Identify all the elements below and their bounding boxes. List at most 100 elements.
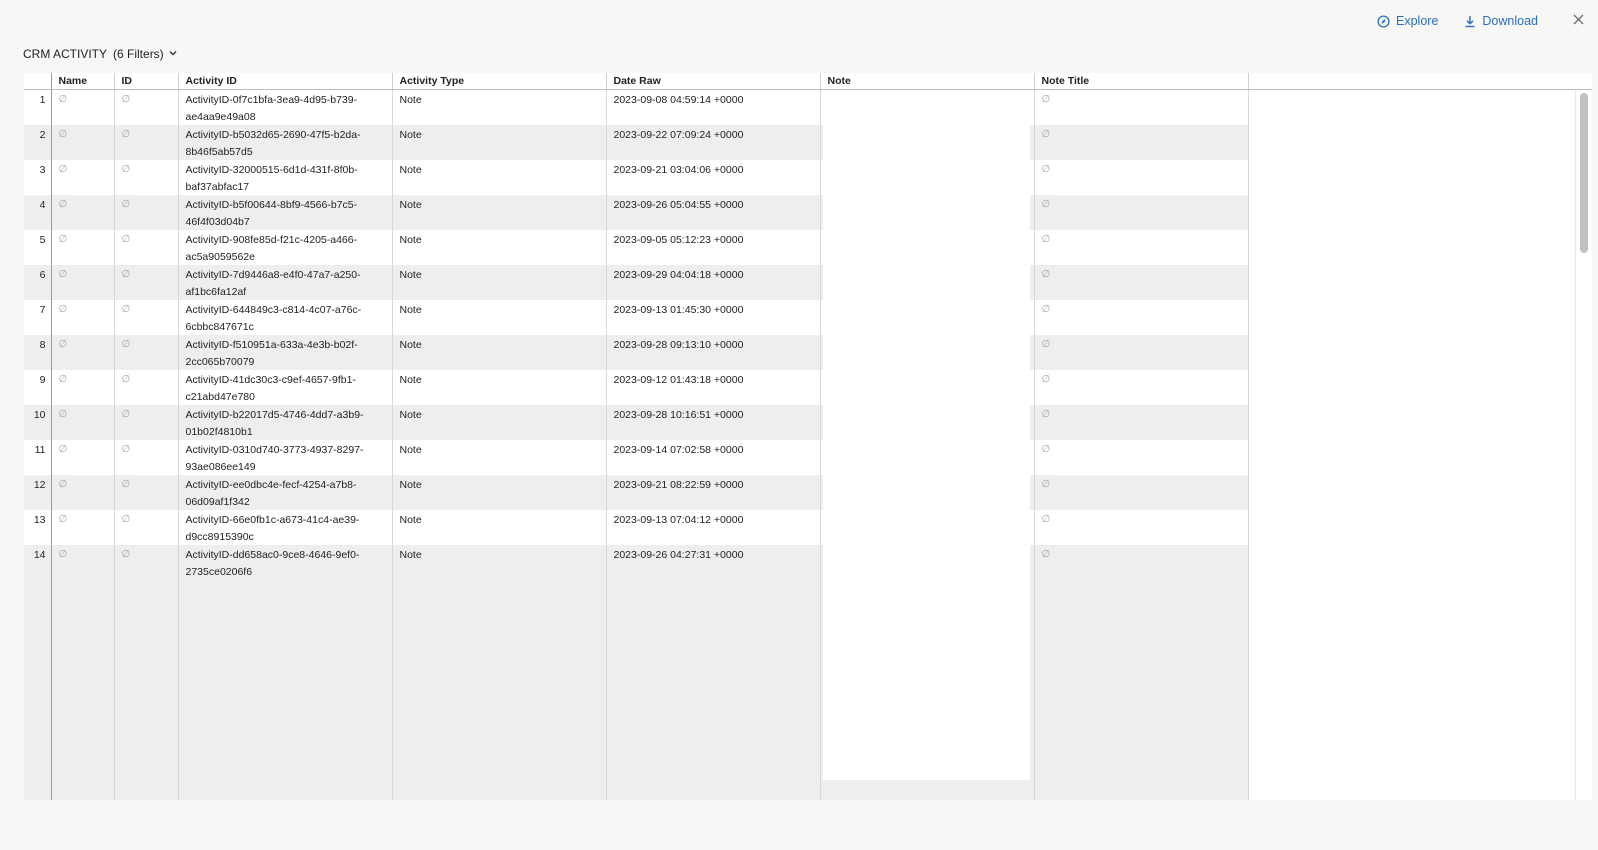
download-icon xyxy=(1464,15,1476,28)
cell-activity-id: ActivityID-644849c3-c814-4c07-a76c-6cbbc… xyxy=(178,300,393,335)
row-number: 13 xyxy=(24,510,52,545)
cell-note-title-null: ∅ xyxy=(1034,545,1249,580)
row-number: 11 xyxy=(24,440,52,475)
table-row[interactable]: 13 ∅ ∅ ActivityID-66e0fb1c-a673-41c4-ae39-d… xyxy=(24,510,1592,545)
cell-activity-id: ActivityID-dd658ac0-9ce8-4646-9ef0-2735c… xyxy=(178,545,393,580)
close-button[interactable] xyxy=(1570,13,1586,29)
vertical-scrollbar[interactable] xyxy=(1575,90,1592,800)
cell-id-null: ∅ xyxy=(114,89,179,125)
filters-dropdown[interactable]: (6 Filters) xyxy=(113,47,178,61)
cell-name-null: ∅ xyxy=(51,195,115,230)
cell-empty xyxy=(1248,545,1592,580)
column-header-name[interactable]: Name xyxy=(51,73,115,90)
cell-empty xyxy=(1248,230,1592,265)
cell-date-raw: 2023-09-14 07:02:58 +0000 xyxy=(606,440,821,475)
filler-cell xyxy=(178,580,393,800)
cell-note xyxy=(820,370,1035,405)
cell-date-raw: 2023-09-13 07:04:12 +0000 xyxy=(606,510,821,545)
cell-empty xyxy=(1248,265,1592,300)
cell-id-null: ∅ xyxy=(114,510,179,545)
cell-activity-id: ActivityID-ee0dbc4e-fecf-4254-a7b8-06d09… xyxy=(178,475,393,510)
cell-note xyxy=(820,160,1035,195)
column-header-date-raw[interactable]: Date Raw xyxy=(606,73,821,90)
cell-name-null: ∅ xyxy=(51,89,115,125)
cell-name-null: ∅ xyxy=(51,370,115,405)
table-row[interactable]: 3 ∅ ∅ ActivityID-32000515-6d1d-431f-8f0b-ba… xyxy=(24,160,1592,195)
column-header-activity-id[interactable]: Activity ID xyxy=(178,73,393,90)
cell-empty xyxy=(1248,160,1592,195)
cell-activity-type: Note xyxy=(392,230,607,265)
row-number: 12 xyxy=(24,475,52,510)
cell-empty xyxy=(1248,475,1592,510)
cell-note-title-null: ∅ xyxy=(1034,370,1249,405)
download-label: Download xyxy=(1482,14,1538,28)
table-row[interactable]: 7 ∅ ∅ ActivityID-644849c3-c814-4c07-a76c-6c… xyxy=(24,300,1592,335)
filler-cell xyxy=(24,580,52,800)
cell-date-raw: 2023-09-08 04:59:14 +0000 xyxy=(606,89,821,125)
table-row[interactable]: 6 ∅ ∅ ActivityID-7d9446a8-e4f0-47a7-a250-af… xyxy=(24,265,1592,300)
cell-activity-id: ActivityID-b22017d5-4746-4dd7-a3b9-01b02… xyxy=(178,405,393,440)
cell-empty xyxy=(1248,195,1592,230)
cell-date-raw: 2023-09-05 05:12:23 +0000 xyxy=(606,230,821,265)
cell-note-title-null: ∅ xyxy=(1034,265,1249,300)
column-header-activity-type[interactable]: Activity Type xyxy=(392,73,607,90)
top-actions: Explore Download xyxy=(1377,13,1586,29)
table-row[interactable]: 8 ∅ ∅ ActivityID-f510951a-633a-4e3b-b02f-2c… xyxy=(24,335,1592,370)
cell-activity-id: ActivityID-66e0fb1c-a673-41c4-ae39-d9cc8… xyxy=(178,510,393,545)
filler-cell xyxy=(1248,580,1592,800)
cell-empty xyxy=(1248,440,1592,475)
table-row[interactable]: 14 ∅ ∅ ActivityID-dd658ac0-9ce8-4646-9ef0-2… xyxy=(24,545,1592,580)
column-header-note-title[interactable]: Note Title xyxy=(1034,73,1249,90)
title-row: CRM ACTIVITY (6 Filters) xyxy=(23,47,178,61)
cell-name-null: ∅ xyxy=(51,265,115,300)
cell-note xyxy=(820,335,1035,370)
table-row[interactable]: 10 ∅ ∅ ActivityID-b22017d5-4746-4dd7-a3b9-0… xyxy=(24,405,1592,440)
cell-name-null: ∅ xyxy=(51,230,115,265)
cell-id-null: ∅ xyxy=(114,545,179,580)
cell-note xyxy=(820,125,1035,160)
header-row: Name ID Activity ID Activity Type Date R… xyxy=(24,73,1592,90)
column-header-id[interactable]: ID xyxy=(114,73,179,90)
download-button[interactable]: Download xyxy=(1464,14,1538,28)
filters-label: (6 Filters) xyxy=(113,47,164,61)
column-header-note[interactable]: Note xyxy=(820,73,1035,90)
cell-activity-id: ActivityID-f510951a-633a-4e3b-b02f-2cc06… xyxy=(178,335,393,370)
cell-id-null: ∅ xyxy=(114,335,179,370)
cell-date-raw: 2023-09-21 08:22:59 +0000 xyxy=(606,475,821,510)
cell-note xyxy=(820,265,1035,300)
cell-note xyxy=(820,300,1035,335)
cell-empty xyxy=(1248,370,1592,405)
cell-date-raw: 2023-09-22 07:09:24 +0000 xyxy=(606,125,821,160)
table-row[interactable]: 2 ∅ ∅ ActivityID-b5032d65-2690-47f5-b2da-8b… xyxy=(24,125,1592,160)
cell-name-null: ∅ xyxy=(51,300,115,335)
cell-note-title-null: ∅ xyxy=(1034,89,1249,125)
cell-note xyxy=(820,89,1035,125)
cell-id-null: ∅ xyxy=(114,230,179,265)
data-grid: Name ID Activity ID Activity Type Date R… xyxy=(24,73,1592,800)
cell-empty xyxy=(1248,89,1592,125)
cell-date-raw: 2023-09-26 05:04:55 +0000 xyxy=(606,195,821,230)
cell-note-title-null: ∅ xyxy=(1034,230,1249,265)
row-number: 1 xyxy=(24,89,52,125)
row-number: 10 xyxy=(24,405,52,440)
table-row[interactable]: 1 ∅ ∅ ActivityID-0f7c1bfa-3ea9-4d95-b739-ae… xyxy=(24,89,1592,125)
table-row[interactable]: 9 ∅ ∅ ActivityID-41dc30c3-c9ef-4657-9fb1-c2… xyxy=(24,370,1592,405)
filler-cell xyxy=(392,580,607,800)
table-row[interactable]: 5 ∅ ∅ ActivityID-908fe85d-f21c-4205-a466-ac… xyxy=(24,230,1592,265)
cell-note xyxy=(820,230,1035,265)
cell-activity-id: ActivityID-908fe85d-f21c-4205-a466-ac5a9… xyxy=(178,230,393,265)
cell-id-null: ∅ xyxy=(114,475,179,510)
cell-id-null: ∅ xyxy=(114,125,179,160)
cell-empty xyxy=(1248,125,1592,160)
table-row[interactable]: 11 ∅ ∅ ActivityID-0310d740-3773-4937-8297-9… xyxy=(24,440,1592,475)
cell-activity-id: ActivityID-32000515-6d1d-431f-8f0b-baf37… xyxy=(178,160,393,195)
results-table: Name ID Activity ID Activity Type Date R… xyxy=(24,73,1592,800)
table-row[interactable]: 4 ∅ ∅ ActivityID-b5f00644-8bf9-4566-b7c5-46… xyxy=(24,195,1592,230)
cell-id-null: ∅ xyxy=(114,440,179,475)
scrollbar-thumb[interactable] xyxy=(1580,93,1588,253)
explore-button[interactable]: Explore xyxy=(1377,14,1438,28)
cell-activity-type: Note xyxy=(392,160,607,195)
row-number: 3 xyxy=(24,160,52,195)
cell-note xyxy=(820,195,1035,230)
table-row[interactable]: 12 ∅ ∅ ActivityID-ee0dbc4e-fecf-4254-a7b8-0… xyxy=(24,475,1592,510)
